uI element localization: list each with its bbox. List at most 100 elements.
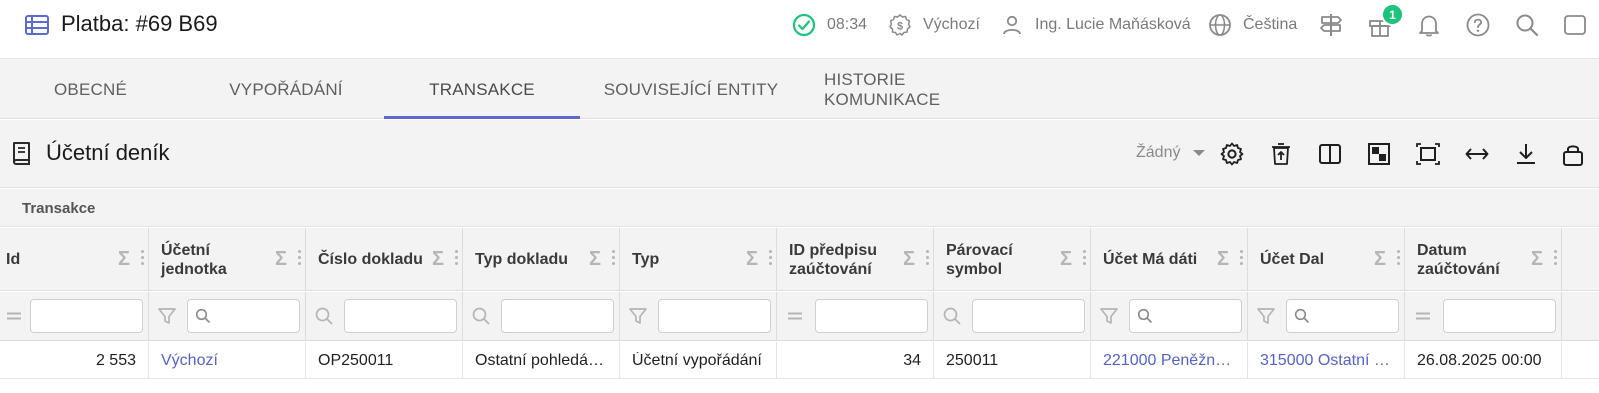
bell-icon[interactable]	[1415, 11, 1443, 39]
table-row[interactable]: 2 553 Výchozí OP250011 Ostatní pohledávk…	[0, 342, 1599, 379]
funnel-icon[interactable]	[628, 306, 648, 326]
filter-input-parovaci-symbol[interactable]	[972, 299, 1085, 333]
funnel-icon[interactable]	[1256, 306, 1276, 326]
tab-transakce[interactable]: TRANSAKCE	[384, 60, 580, 119]
column-header-datum-zauctovani[interactable]: Datum zaúčtování Σ	[1405, 228, 1562, 291]
dollar-badge-icon: $	[889, 14, 911, 36]
filter-input-datum-zauctovani[interactable]	[1443, 299, 1556, 333]
session-timer[interactable]: 08:34	[792, 12, 867, 38]
cell-ucet-ma-dati[interactable]: 221000 Peněžní prostředky	[1091, 342, 1248, 379]
cell-value: Účetní vypořádání	[632, 351, 762, 369]
filter-input-typ-dokladu[interactable]	[501, 299, 614, 333]
filter-input-id-predpisu[interactable]	[815, 299, 928, 333]
cell-datum-zauctovani: 26.08.2025 00:00	[1405, 342, 1562, 379]
help-icon[interactable]	[1464, 11, 1492, 39]
cell-link[interactable]: 221000 Peněžní prostředky	[1103, 352, 1235, 370]
sigma-icon[interactable]: Σ	[746, 248, 758, 271]
cell-parovaci-symbol: 250011	[934, 342, 1091, 379]
search-icon[interactable]	[1513, 11, 1541, 39]
expand-horizontal-icon[interactable]	[1463, 140, 1491, 168]
column-menu-icon[interactable]	[1083, 250, 1087, 268]
tab-vyporadani[interactable]: VYPOŘÁDÁNÍ	[181, 60, 391, 119]
search-icon[interactable]	[314, 306, 334, 326]
equals-icon[interactable]	[1413, 306, 1433, 326]
column-label: ID předpisu zaúčtování	[789, 241, 878, 278]
filter-input-id[interactable]	[30, 299, 143, 333]
cell-ucet-dal[interactable]: 315000 Ostatní pohledávky	[1248, 342, 1405, 379]
funnel-icon[interactable]	[1099, 306, 1119, 326]
column-menu-icon[interactable]	[141, 250, 145, 268]
filter-input-ucet-dal[interactable]	[1286, 299, 1399, 333]
column-header-ucetni-jednotka[interactable]: Účetní jednotka Σ	[149, 228, 306, 291]
column-label: Typ dokladu	[475, 251, 569, 268]
column-header-ucet-dal[interactable]: Účet Dal Σ	[1248, 228, 1405, 291]
column-menu-icon[interactable]	[1397, 250, 1401, 268]
funnel-icon[interactable]	[157, 306, 177, 326]
equals-icon[interactable]	[4, 306, 24, 326]
cell-link[interactable]: Výchozí	[161, 352, 293, 370]
sigma-icon[interactable]: Σ	[432, 248, 444, 271]
column-header-cislo-dokladu[interactable]: Číslo dokladu Σ	[306, 228, 463, 291]
delete-upload-icon[interactable]	[1267, 140, 1295, 168]
chevron-down-icon	[1193, 150, 1206, 156]
view-select[interactable]: Žádný	[1136, 144, 1206, 162]
column-header-ucet-ma-dati[interactable]: Účet Má dáti Σ	[1091, 228, 1248, 291]
column-label: Číslo dokladu	[318, 251, 423, 268]
filter-cell-datum-zauctovani	[1405, 292, 1562, 341]
user-icon	[1003, 15, 1021, 35]
tab-souvisejici-entity[interactable]: SOUVISEJÍCÍ ENTITY	[600, 60, 782, 119]
download-icon[interactable]	[1512, 140, 1540, 168]
column-menu-icon[interactable]	[1554, 250, 1558, 268]
filter-input-ucetni-jednotka[interactable]	[187, 299, 300, 333]
sigma-icon[interactable]: Σ	[1217, 248, 1229, 271]
search-icon[interactable]	[942, 306, 962, 326]
sigma-icon[interactable]: Σ	[1374, 248, 1386, 271]
sigma-icon[interactable]: Σ	[1060, 248, 1072, 271]
split-columns-icon[interactable]	[1316, 140, 1344, 168]
sigma-icon[interactable]: Σ	[275, 248, 287, 271]
sigma-icon[interactable]: Σ	[118, 248, 130, 271]
fit-screen-icon[interactable]	[1414, 140, 1442, 168]
column-menu-icon[interactable]	[926, 250, 930, 268]
equals-icon[interactable]	[785, 306, 805, 326]
column-menu-icon[interactable]	[612, 250, 616, 268]
column-header-id-predpisu-zauctovani[interactable]: ID předpisu zaúčtování Σ	[777, 228, 934, 291]
tab-historie-komunikace[interactable]: HISTORIE KOMUNIKACE	[824, 60, 1024, 119]
column-header-typ[interactable]: Typ Σ	[620, 228, 777, 291]
sigma-icon[interactable]: Σ	[903, 248, 915, 271]
filter-input-typ[interactable]	[658, 299, 771, 333]
filter-input-ucet-ma-dati[interactable]	[1129, 299, 1242, 333]
tab-obecne[interactable]: OBECNÉ	[0, 60, 181, 119]
column-menu-icon[interactable]	[455, 250, 459, 268]
tab-bar: OBECNÉ VYPOŘÁDÁNÍ TRANSAKCE SOUVISEJÍCÍ …	[0, 60, 1599, 119]
user-menu[interactable]: Ing. Lucie Maňásková	[1000, 12, 1191, 38]
panel-toggle-icon[interactable]	[1562, 11, 1599, 39]
svg-text:$: $	[897, 21, 903, 33]
column-menu-icon[interactable]	[298, 250, 302, 268]
column-header-typ-dokladu[interactable]: Typ dokladu Σ	[463, 228, 620, 291]
column-menu-icon[interactable]	[1240, 250, 1244, 268]
sigma-icon[interactable]: Σ	[589, 248, 601, 271]
column-menu-icon[interactable]	[769, 250, 773, 268]
sigma-icon[interactable]: Σ	[1531, 248, 1543, 271]
notification-count-badge: 1	[1381, 3, 1404, 26]
signpost-icon[interactable]	[1317, 11, 1345, 39]
settings-gear-icon[interactable]	[1218, 140, 1246, 168]
language-selector[interactable]: Čeština	[1208, 12, 1297, 38]
search-icon[interactable]	[471, 306, 491, 326]
table-list-icon[interactable]	[24, 12, 50, 38]
checker-layout-icon[interactable]	[1365, 140, 1393, 168]
globe-icon	[1209, 14, 1231, 36]
search-icon	[195, 308, 211, 324]
lock-icon[interactable]	[1561, 140, 1599, 168]
filter-input-cislo-dokladu[interactable]	[344, 299, 457, 333]
cell-link[interactable]: 315000 Ostatní pohledávky	[1260, 352, 1392, 370]
filter-cell-typ-dokladu	[463, 292, 620, 341]
column-header-parovaci-symbol[interactable]: Párovací symbol Σ	[934, 228, 1091, 291]
search-icon	[1137, 308, 1153, 324]
cell-ucetni-jednotka[interactable]: Výchozí	[149, 342, 306, 379]
filter-cell-typ	[620, 292, 777, 341]
column-header-id[interactable]: Id Σ	[0, 228, 149, 291]
currency-profile-selector[interactable]: $ Výchozí	[888, 12, 980, 38]
filter-cell-ucetni-jednotka	[149, 292, 306, 341]
